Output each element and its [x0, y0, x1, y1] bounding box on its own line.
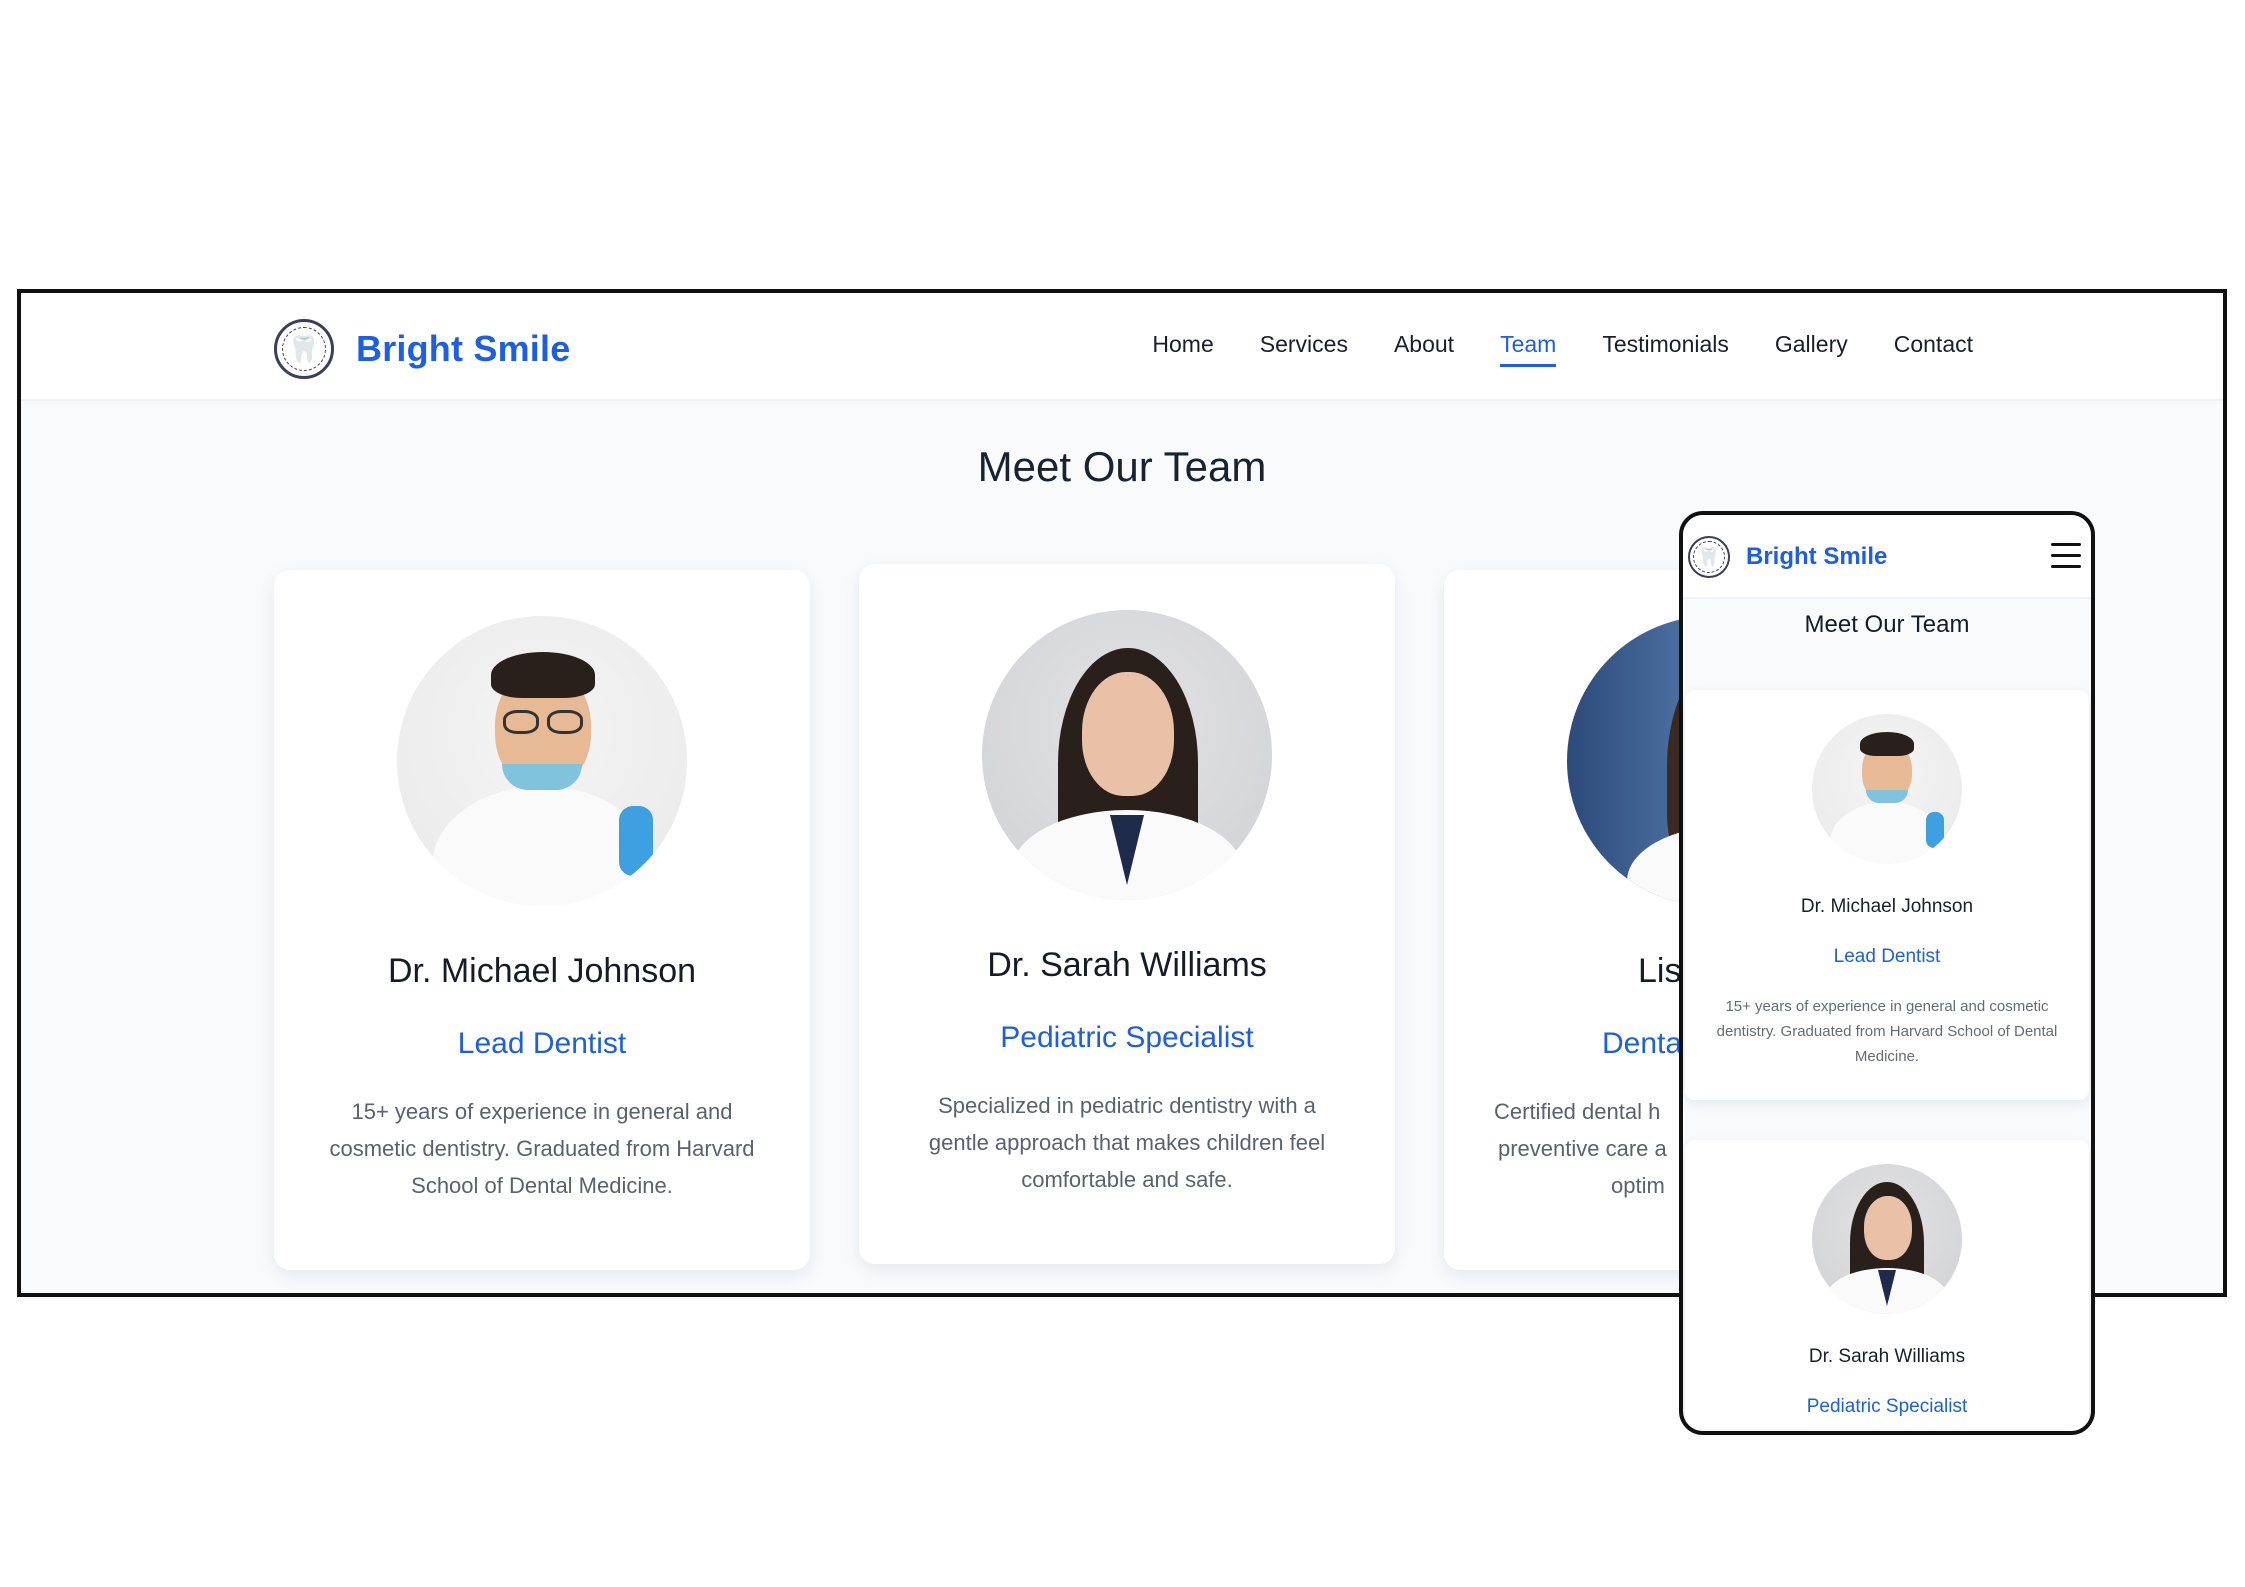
member-name: Dr. Michael Johnson [387, 952, 697, 990]
main-nav: Home Services About Team Testimonials Ga… [1106, 331, 1973, 367]
nav-gallery[interactable]: Gallery [1775, 331, 1848, 367]
brand-logo-link[interactable]: 🦷 Bright Smile [274, 319, 570, 379]
mobile-team-card-sarah: Dr. Sarah Williams Pediatric Specialist [1685, 1140, 2089, 1431]
mobile-avatar-michael [1812, 714, 1962, 864]
mobile-header: 🦷 Bright Smile [1683, 515, 2091, 599]
member-role: Lead Dentist [457, 1027, 627, 1060]
mobile-avatar-sarah [1812, 1164, 1962, 1314]
team-card-michael: Dr. Michael Johnson Lead Dentist 15+ yea… [274, 570, 810, 1270]
member-name: Dr. Michael Johnson [1800, 896, 1974, 917]
member-bio: 15+ years of experience in general and c… [329, 1099, 755, 1198]
tooth-logo-icon: 🦷 [1688, 536, 1730, 578]
member-role: Pediatric Specialist [1806, 1396, 1968, 1417]
mobile-brand-name: Bright Smile [1746, 543, 1888, 570]
tooth-logo-icon: 🦷 [274, 319, 334, 379]
team-card-sarah: Dr. Sarah Williams Pediatric Specialist … [859, 564, 1395, 1264]
mobile-team-card-michael: Dr. Michael Johnson Lead Dentist 15+ yea… [1685, 690, 2089, 1100]
mobile-screenshot: 🦷 Bright Smile Meet Our Team Dr. Michael… [1679, 511, 2095, 1435]
member-role: Lead Dentist [1833, 946, 1941, 967]
member-bio: 15+ years of experience in general and c… [1716, 998, 2058, 1065]
member-bio: Specialized in pediatric dentistry with … [928, 1093, 1326, 1192]
brand-name: Bright Smile [356, 328, 571, 369]
mobile-brand-logo-link[interactable]: 🦷 Bright Smile [1688, 536, 1887, 578]
member-name: Dr. Sarah Williams [987, 946, 1267, 984]
nav-services[interactable]: Services [1260, 331, 1348, 367]
avatar-sarah [982, 610, 1272, 900]
hamburger-menu-icon[interactable] [2051, 543, 2081, 571]
section-title: Meet Our Team [977, 443, 1267, 490]
nav-home[interactable]: Home [1152, 331, 1213, 367]
avatar-michael [397, 616, 687, 906]
member-name: Dr. Sarah Williams [1808, 1346, 1966, 1367]
nav-contact[interactable]: Contact [1894, 331, 1973, 367]
mobile-section-title: Meet Our Team [1804, 611, 1970, 638]
site-header: 🦷 Bright Smile Home Services About Team … [21, 293, 2223, 401]
nav-about[interactable]: About [1394, 331, 1454, 367]
member-role: Pediatric Specialist [1000, 1021, 1254, 1054]
nav-testimonials[interactable]: Testimonials [1602, 331, 1729, 367]
nav-team[interactable]: Team [1500, 331, 1557, 367]
